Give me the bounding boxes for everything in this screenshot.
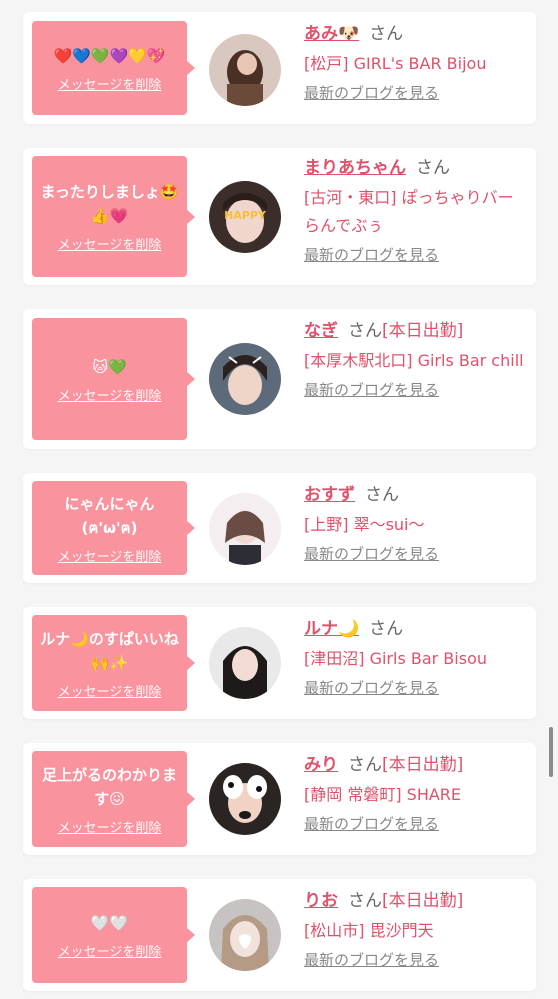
- shop-name: [静岡 常磐町] SHARE: [304, 785, 462, 804]
- message-text: 🐱💚: [92, 357, 127, 376]
- honorific: さん: [348, 755, 382, 775]
- message-text: まったりしましょ🤩👍💗: [40, 183, 179, 225]
- shop-name: [上野] 翠〜sui〜: [304, 515, 425, 534]
- message-card: まったりしましょ🤩👍💗 メッセージを削除 HAPPY まりあちゃん さん [古河・…: [23, 148, 536, 285]
- honorific: さん: [416, 158, 450, 178]
- message-card: ❤️💙💚💜💛💖 メッセージを削除 あみ🐶 さん [松戸] GIRL's BAR B…: [23, 12, 536, 124]
- delete-message-link[interactable]: メッセージを削除: [58, 681, 162, 700]
- message-card: 足上がるのわかります😖 メッセージを削除 みり さん[本日出勤] [静岡 常磐町]…: [23, 743, 536, 855]
- avatar[interactable]: [209, 493, 281, 565]
- latest-blog-link[interactable]: 最新のブログを見る: [304, 244, 439, 265]
- shop-name: [本厚木駅北口] Girls Bar chill: [304, 351, 524, 370]
- message-bubble: 🐱💚 メッセージを削除: [32, 318, 195, 440]
- shop-name: [古河・東口] ぽっちゃりバー らんでぶぅ: [304, 188, 514, 235]
- message-bubble: まったりしましょ🤩👍💗 メッセージを削除: [32, 156, 195, 277]
- latest-blog-link[interactable]: 最新のブログを見る: [304, 813, 439, 834]
- message-text: ルナ🌙のすぱいいね🙌✨: [40, 629, 179, 672]
- cast-info: みり さん[本日出勤] [静岡 常磐町] SHARE 最新のブログを見る: [304, 753, 529, 834]
- avatar[interactable]: [209, 627, 281, 699]
- latest-blog-link[interactable]: 最新のブログを見る: [304, 543, 439, 564]
- message-bubble: 足上がるのわかります😖 メッセージを削除: [32, 751, 195, 847]
- message-text: ❤️💙💚💜💛💖: [53, 46, 166, 65]
- shop-name: [松戸] GIRL's BAR Bijou: [304, 54, 487, 73]
- svg-text:HAPPY: HAPPY: [224, 209, 267, 222]
- avatar[interactable]: [209, 763, 281, 835]
- cast-name-link[interactable]: おすず: [304, 485, 355, 505]
- delete-message-link[interactable]: メッセージを削除: [58, 74, 162, 93]
- message-card: 🤍🤍 メッセージを削除 りお さん[本日出勤] [松山市] 毘沙門天 最新のブログ…: [23, 879, 536, 991]
- delete-message-link[interactable]: メッセージを削除: [58, 941, 162, 960]
- avatar[interactable]: HAPPY: [209, 181, 281, 253]
- avatar[interactable]: [209, 34, 281, 106]
- cast-info: りお さん[本日出勤] [松山市] 毘沙門天 最新のブログを見る: [304, 889, 529, 970]
- honorific: さん: [348, 891, 382, 911]
- cast-name-link[interactable]: あみ🐶: [304, 24, 359, 44]
- honorific: さん: [369, 619, 404, 639]
- scrollbar[interactable]: [549, 727, 553, 777]
- delete-message-link[interactable]: メッセージを削除: [58, 234, 162, 253]
- latest-blog-link[interactable]: 最新のブログを見る: [304, 677, 439, 698]
- message-bubble: ❤️💙💚💜💛💖 メッセージを削除: [32, 21, 195, 115]
- status-badge: [本日出勤]: [382, 755, 464, 775]
- status-badge: [本日出勤]: [382, 891, 464, 911]
- honorific: さん: [365, 485, 399, 505]
- cast-info: ルナ🌙 さん [津田沼] Girls Bar Bisou 最新のブログを見る: [304, 617, 529, 698]
- avatar[interactable]: [209, 899, 281, 971]
- message-text: 🤍🤍: [90, 913, 129, 932]
- message-bubble: にゃんにゃん(ฅ'ω'ฅ) メッセージを削除: [32, 481, 195, 575]
- message-bubble: 🤍🤍 メッセージを削除: [32, 887, 195, 983]
- cast-name-link[interactable]: ルナ🌙: [304, 619, 359, 639]
- cast-name-link[interactable]: まりあちゃん: [304, 158, 406, 178]
- delete-message-link[interactable]: メッセージを削除: [58, 817, 162, 836]
- message-bubble: ルナ🌙のすぱいいね🙌✨ メッセージを削除: [32, 615, 195, 711]
- shop-name: [津田沼] Girls Bar Bisou: [304, 649, 487, 668]
- shop-name: [松山市] 毘沙門天: [304, 921, 434, 940]
- cast-info: まりあちゃん さん [古河・東口] ぽっちゃりバー らんでぶぅ 最新のブログを見る: [304, 156, 529, 265]
- cast-name-link[interactable]: りお: [304, 891, 338, 911]
- honorific: さん: [348, 321, 382, 341]
- honorific: さん: [369, 24, 404, 44]
- message-text: にゃんにゃん(ฅ'ω'ฅ): [64, 494, 155, 537]
- cast-info: おすず さん [上野] 翠〜sui〜 最新のブログを見る: [304, 483, 529, 564]
- status-badge: [本日出勤]: [382, 321, 464, 341]
- latest-blog-link[interactable]: 最新のブログを見る: [304, 949, 439, 970]
- cast-info: なぎ さん[本日出勤] [本厚木駅北口] Girls Bar chill 最新のブ…: [304, 319, 529, 400]
- delete-message-link[interactable]: メッセージを削除: [58, 546, 162, 565]
- cast-info: あみ🐶 さん [松戸] GIRL's BAR Bijou 最新のブログを見る: [304, 22, 529, 103]
- delete-message-link[interactable]: メッセージを削除: [58, 385, 162, 404]
- message-card: ルナ🌙のすぱいいね🙌✨ メッセージを削除 ルナ🌙 さん [津田沼] Girls B…: [23, 607, 536, 719]
- message-text: 足上がるのわかります😖: [41, 765, 177, 808]
- message-card: 🐱💚 メッセージを削除 なぎ さん[本日出勤] [本厚木駅北口] Girls Ba…: [23, 309, 536, 449]
- latest-blog-link[interactable]: 最新のブログを見る: [304, 379, 439, 400]
- cast-name-link[interactable]: なぎ: [304, 321, 338, 341]
- cast-name-link[interactable]: みり: [304, 755, 338, 775]
- latest-blog-link[interactable]: 最新のブログを見る: [304, 82, 439, 103]
- avatar[interactable]: [209, 343, 281, 415]
- message-card: にゃんにゃん(ฅ'ω'ฅ) メッセージを削除 おすず さん [上野] 翠〜sui〜…: [23, 473, 536, 583]
